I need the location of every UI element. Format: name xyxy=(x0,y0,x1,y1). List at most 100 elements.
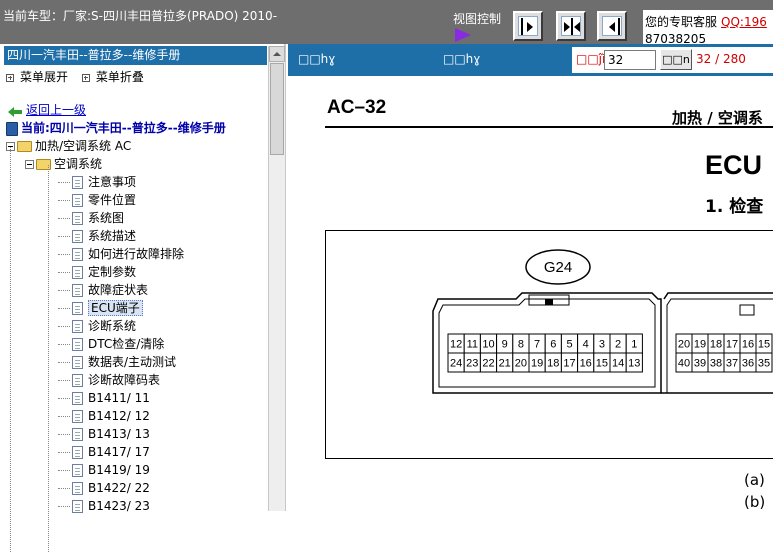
tree-item[interactable]: 定制参数 xyxy=(58,263,136,281)
document-icon xyxy=(72,338,83,351)
document-icon xyxy=(72,212,83,225)
pin-number: 21 xyxy=(499,358,511,370)
tree-item[interactable]: DTC检查/清除 xyxy=(58,335,164,353)
document-icon xyxy=(72,194,83,207)
document-icon xyxy=(72,284,83,297)
pin-number: 11 xyxy=(467,339,478,351)
tree-connector xyxy=(58,344,70,345)
connector-label: G24 xyxy=(544,259,572,276)
document-icon xyxy=(72,410,83,423)
page-code: AC–32 xyxy=(327,97,387,118)
tree-item[interactable]: 诊断故障码表 xyxy=(58,371,160,389)
pin-number: 17 xyxy=(726,339,738,351)
tree-item-label: 注意事项 xyxy=(88,175,137,189)
page-number-input[interactable] xyxy=(604,50,656,70)
pin-number: 23 xyxy=(466,358,478,370)
pin-grid-left: 12 11 10 9 8 7 6 5 4 3 2 124 23 22 21 20 19 18 17 16 15 14 13 xyxy=(447,333,643,373)
expand-icon xyxy=(6,73,14,82)
pin-number: 17 xyxy=(563,358,575,370)
tree-item-label: DTC检查/清除 xyxy=(88,337,165,351)
pin-number: 12 xyxy=(450,339,462,351)
back-link[interactable]: 返回上一级 xyxy=(8,101,86,119)
collapse-toggle-icon[interactable] xyxy=(25,160,34,169)
document-icon xyxy=(72,392,83,405)
tree-item[interactable]: B1419/ 19 xyxy=(58,461,150,479)
pin-number: 8 xyxy=(518,339,524,351)
pin-grid-right: 20 19 18 17 16 15 40 39 38 37 36 35 xyxy=(675,333,773,373)
pin-number: 18 xyxy=(547,358,559,370)
header-rule xyxy=(325,126,773,128)
pin-number: 20 xyxy=(678,339,690,351)
collapse-all-button[interactable]: 菜单折叠 xyxy=(81,70,144,84)
pin-number: 4 xyxy=(583,339,589,351)
scroll-up-button[interactable] xyxy=(269,46,285,62)
tree-folder-ac-system[interactable]: 空调系统 xyxy=(25,155,102,173)
connector-body-right xyxy=(663,292,773,300)
document-panel: □□hɣ □□hɣ □□ĵĭ □□n 32 / 280 AC–32 加热 / 空… xyxy=(288,44,773,511)
pin-number: 19 xyxy=(694,339,706,351)
tree-connector xyxy=(58,416,70,417)
tree-item-label: B1412/ 12 xyxy=(88,409,150,423)
tree-item[interactable]: 系统图 xyxy=(58,209,124,227)
collapse-all-label: 菜单折叠 xyxy=(95,70,144,84)
tree-folder-ac[interactable]: 加热/空调系统 AC xyxy=(6,137,131,155)
pin-number: 6 xyxy=(550,339,556,351)
tree-item[interactable]: 诊断系统 xyxy=(58,317,136,335)
pin-number: 35 xyxy=(758,358,770,370)
pin-number: 24 xyxy=(450,358,462,370)
pin-number: 13 xyxy=(628,358,640,370)
connector-latch-right xyxy=(739,304,755,316)
tree-connector xyxy=(58,488,70,489)
prev-page-button[interactable]: □□hɣ xyxy=(298,52,335,66)
expand-all-button[interactable]: 菜单展开 xyxy=(6,70,68,84)
tree-folder-ac-label: 加热/空调系统 AC xyxy=(35,139,132,153)
document-icon xyxy=(72,374,83,387)
car-model-label: 当前车型：厂家:S-四川丰田普拉多(PRADO) 2010- xyxy=(3,9,278,23)
tree-connector xyxy=(58,470,70,471)
tree-connector xyxy=(58,182,70,183)
document-icon xyxy=(72,248,83,261)
tree-connector xyxy=(58,254,70,255)
next-page-button[interactable]: □□hɣ xyxy=(443,52,480,66)
tree-item[interactable]: 数据表/主动测试 xyxy=(58,353,176,371)
menu-scrollbar[interactable] xyxy=(268,46,285,511)
connector-latch-key xyxy=(545,299,553,305)
document-icon xyxy=(72,500,83,513)
tree-item[interactable]: B1412/ 12 xyxy=(58,407,150,425)
document-icon xyxy=(72,446,83,459)
connector-diagram: G24 12 11 10 9 8 7 6 5 4 3 2 1 24 23 22 21 20 19 18 17 16 15 1… xyxy=(325,230,773,459)
top-bar: 当前车型：厂家:S-四川丰田普拉多(PRADO) 2010- 视图控制 您的专职… xyxy=(0,0,773,44)
menu-toggle-row: 菜单展开 菜单折叠 xyxy=(6,68,144,85)
tree-connector xyxy=(58,398,70,399)
manual-page: AC–32 加热 / 空调系 ECU 1. 检查 G24 12 11 10 9 8 7 6 5… xyxy=(288,76,773,511)
tree-item-label: B1411/ 11 xyxy=(88,391,150,405)
view-left-button[interactable] xyxy=(597,11,627,41)
tree-item[interactable]: 零件位置 xyxy=(58,191,136,209)
tree-item[interactable]: 系统描述 xyxy=(58,227,136,245)
pin-number: 18 xyxy=(710,339,722,351)
pin-number: 14 xyxy=(612,358,624,370)
document-icon xyxy=(72,356,83,369)
tree-guide-line xyxy=(10,147,11,552)
tree-item-label: 诊断系统 xyxy=(88,319,137,333)
tree-item[interactable]: B1411/ 11 xyxy=(58,389,150,407)
note-b: (b) xyxy=(744,493,766,511)
tree-item[interactable]: B1422/ 22 xyxy=(58,479,150,497)
support-qq-link[interactable]: QQ:196 xyxy=(721,15,767,29)
scroll-thumb[interactable] xyxy=(270,63,284,155)
tree-item[interactable]: 故障症状表 xyxy=(58,281,148,299)
tree-item[interactable]: B1417/ 17 xyxy=(58,443,150,461)
view-split-button[interactable] xyxy=(556,11,586,41)
tree-item-label: 故障症状表 xyxy=(88,283,149,297)
tree-item-label: B1413/ 13 xyxy=(88,427,150,441)
tree-item[interactable]: 如何进行故障排除 xyxy=(58,245,184,263)
tree-item-label: B1422/ 22 xyxy=(88,481,150,495)
view-right-icon xyxy=(518,16,538,36)
tree-item[interactable]: 注意事项 xyxy=(58,173,136,191)
tree-item[interactable]: ECU端子 xyxy=(58,299,143,317)
tree-item-label: B1419/ 19 xyxy=(88,463,150,477)
tree-item[interactable]: B1413/ 13 xyxy=(58,425,150,443)
go-page-button[interactable]: □□n xyxy=(660,49,692,70)
view-right-button[interactable] xyxy=(513,11,543,41)
tree-item[interactable]: B1423/ 23 xyxy=(58,497,150,515)
